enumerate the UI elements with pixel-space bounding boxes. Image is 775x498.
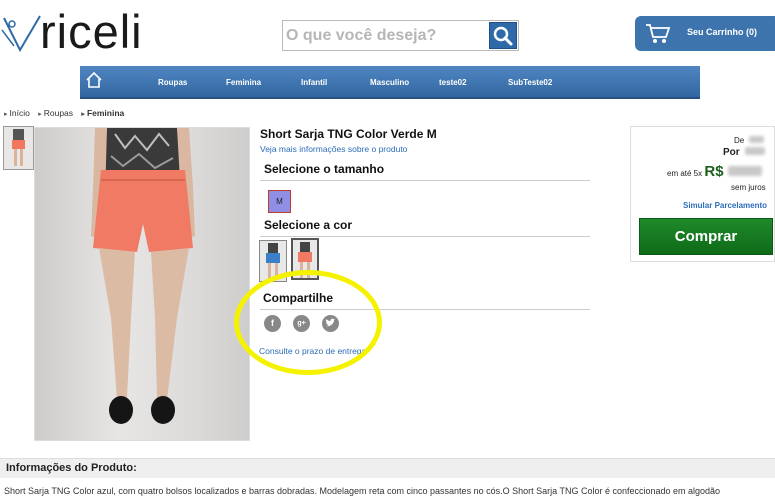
nav-item-feminina[interactable]: Feminina: [226, 78, 261, 87]
shopping-cart-icon: [646, 24, 671, 43]
logo-text: riceli: [40, 5, 143, 58]
search-box: [282, 20, 519, 51]
cart-button[interactable]: Seu Carrinho (0): [635, 16, 775, 51]
product-info-heading: Informações do Produto:: [6, 462, 137, 474]
nav-item-subteste02[interactable]: SubTeste02: [508, 78, 552, 87]
nav-item-infantil[interactable]: Infantil: [301, 78, 327, 87]
product-thumbnail-image: [12, 129, 25, 166]
breadcrumb: Início Roupas Feminina: [4, 108, 130, 118]
price-por-value-blurred: [745, 147, 766, 155]
nav-item-teste02[interactable]: teste02: [439, 78, 467, 87]
logo[interactable]: riceli: [0, 4, 170, 60]
nav-item-roupas[interactable]: Roupas: [158, 78, 187, 87]
product-photo[interactable]: [34, 127, 250, 441]
product-info-bar: Informações do Produto:: [0, 458, 775, 478]
no-interest-label: sem juros: [731, 183, 766, 192]
breadcrumb-feminina: Feminina: [81, 108, 124, 118]
breadcrumb-roupas[interactable]: Roupas: [38, 108, 73, 118]
home-icon: [86, 71, 102, 88]
color-divider: [260, 236, 590, 237]
installment-row: em até 5x R$: [667, 163, 762, 180]
main-nav: Roupas Feminina Infantil Masculino teste…: [80, 66, 700, 99]
more-info-link[interactable]: Veja mais informações sobre o produto: [260, 144, 407, 154]
size-divider: [260, 180, 590, 181]
product-description: Short Sarja TNG Color azul, com quatro b…: [4, 486, 721, 496]
installment-value-blurred: [727, 166, 762, 176]
nav-item-masculino[interactable]: Masculino: [370, 78, 409, 87]
page: riceli Seu Carrinho (0) Roupas Feminina …: [0, 0, 775, 498]
simulate-installments-link[interactable]: Simular Parcelamento: [683, 201, 767, 210]
price-box: De Por em até 5x R$ sem juros Simular Pa…: [630, 126, 775, 262]
product-model-image: [91, 128, 195, 424]
installment-label: em até 5x: [667, 169, 703, 178]
search-icon: [493, 26, 513, 46]
search-button[interactable]: [489, 22, 517, 49]
search-input[interactable]: [283, 21, 489, 50]
buy-button[interactable]: Comprar: [639, 218, 773, 255]
price-por-row: Por: [723, 147, 766, 158]
logo-tag-icon: [1, 15, 41, 53]
breadcrumb-inicio[interactable]: Início: [4, 108, 30, 118]
gallery-thumbnail[interactable]: [3, 126, 34, 170]
price-de-row: De: [734, 136, 765, 145]
highlight-circle-annotation: [234, 270, 382, 375]
price-de-label: De: [734, 136, 745, 145]
size-option-m[interactable]: M: [268, 190, 291, 213]
price-por-label: Por: [723, 147, 740, 158]
color-heading: Selecione a cor: [264, 218, 353, 232]
currency-symbol: R$: [704, 163, 724, 180]
cart-label: Seu Carrinho (0): [687, 27, 758, 37]
size-heading: Selecione o tamanho: [264, 162, 385, 176]
home-link[interactable]: [85, 71, 103, 89]
price-de-value-blurred: [749, 136, 765, 143]
product-title: Short Sarja TNG Color Verde M: [260, 127, 437, 141]
